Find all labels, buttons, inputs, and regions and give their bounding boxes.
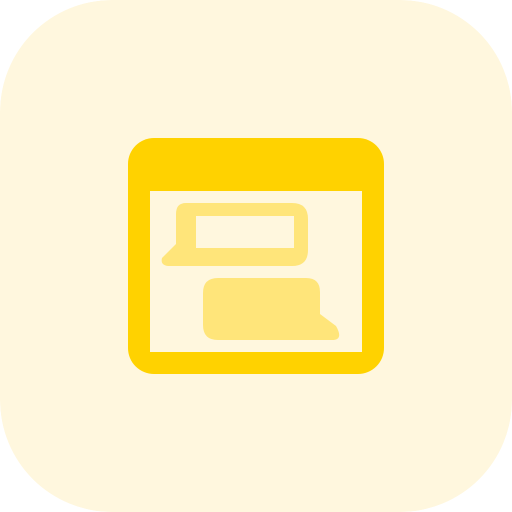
app-icon-tile <box>0 0 512 512</box>
chat-bubble-left <box>161 203 308 266</box>
chat-bubble-right <box>203 278 340 340</box>
browser-chat-icon <box>0 0 512 512</box>
